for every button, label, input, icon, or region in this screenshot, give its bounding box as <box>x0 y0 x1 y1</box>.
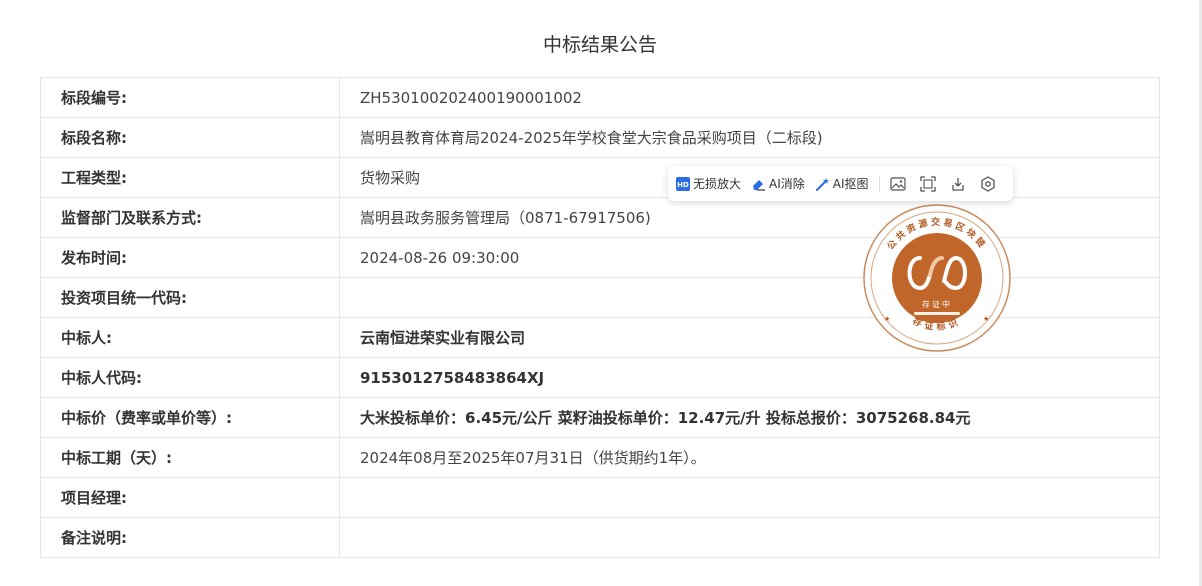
row-value-section-number: ZH5301002024001900010​02 <box>339 77 1160 118</box>
certification-seal: 公共资源交易区块链 存证标识 存证中 ★ ★ <box>863 204 1011 352</box>
row-label-project-type: 工程类型: <box>40 157 340 198</box>
table-row: 中标人代码: 9153012758483864XJ <box>40 357 1160 398</box>
magic-wand-icon <box>815 177 829 191</box>
table-row: 标段名称: 嵩明县教育体育局2024-2025年学校食堂大宗食品采购项目（二标段… <box>40 117 1160 158</box>
svg-text:★: ★ <box>983 315 989 323</box>
eraser-icon <box>753 179 766 191</box>
seal-center-text: 存证中 <box>922 299 952 309</box>
row-value-manager <box>339 477 1160 518</box>
row-label-section-number: 标段编号: <box>40 77 340 118</box>
row-label-supervisor: 监督部门及联系方式: <box>40 197 340 238</box>
lossless-zoom-button[interactable]: HD 无损放大 <box>676 175 741 192</box>
page-title: 中标结果公告 <box>542 34 657 56</box>
toolbar-divider <box>878 175 880 192</box>
settings-icon[interactable] <box>978 174 998 194</box>
row-label-bid-price: 中标价（费率或单价等）: <box>40 397 340 438</box>
row-value-bid-price: 大米投标单价：6.45元/公斤 菜籽油投标单价：12.47元/升 投标总报价：3… <box>339 397 1160 438</box>
row-label-section-name: 标段名称: <box>40 117 340 158</box>
row-label-winner-code: 中标人代码: <box>40 357 340 398</box>
row-label-manager: 项目经理: <box>40 477 340 518</box>
svg-text:HD: HD <box>677 181 689 189</box>
row-value-winner-code: 9153012758483864XJ <box>339 357 1160 398</box>
image-toolbar: HD 无损放大 AI消除 AI抠图 <box>668 166 1013 201</box>
download-icon[interactable] <box>948 174 968 194</box>
row-value-supervisor: 嵩明县政务服务管理局（0871-67917506) <box>339 197 1160 238</box>
row-label-remarks: 备注说明: <box>40 517 340 558</box>
table-row: 中标工期（天）: 2024年08月至2025年07月31日（供货期约1年）。 <box>40 437 1160 478</box>
table-row: 标段编号: ZH5301002024001900010​02 <box>40 77 1160 118</box>
ai-erase-button[interactable]: AI消除 <box>751 175 805 192</box>
hd-icon: HD <box>676 176 690 191</box>
row-value-section-name: 嵩明县教育体育局2024-2025年学校食堂大宗食品采购项目（二标段) <box>339 117 1160 158</box>
row-label-project-code: 投资项目统一代码: <box>40 277 340 318</box>
ai-erase-label: AI消除 <box>769 177 805 191</box>
row-value-project-code <box>339 277 1160 318</box>
row-value-publish-time: 2024-08-26 09:30:00 <box>339 237 1160 278</box>
lossless-zoom-label: 无损放大 <box>693 177 742 191</box>
row-label-winner: 中标人: <box>40 317 340 358</box>
row-value-winner: 云南恒进荣实业有限公司 <box>339 317 1160 358</box>
row-value-duration: 2024年08月至2025年07月31日（供货期约1年）。 <box>339 437 1160 478</box>
table-row: 备注说明: <box>40 517 1160 558</box>
image-edit-icon[interactable] <box>888 174 908 194</box>
ai-cutout-button[interactable]: AI抠图 <box>815 175 869 192</box>
svg-text:★: ★ <box>884 315 890 323</box>
table-row: 项目经理: <box>40 477 1160 518</box>
crop-icon[interactable] <box>918 174 938 194</box>
table-row: 中标价（费率或单价等）: 大米投标单价：6.45元/公斤 菜籽油投标单价：12.… <box>40 397 1160 438</box>
row-label-publish-time: 发布时间: <box>40 237 340 278</box>
ai-cutout-label: AI抠图 <box>832 177 869 191</box>
row-value-remarks <box>339 517 1160 558</box>
row-label-duration: 中标工期（天）: <box>40 437 340 478</box>
